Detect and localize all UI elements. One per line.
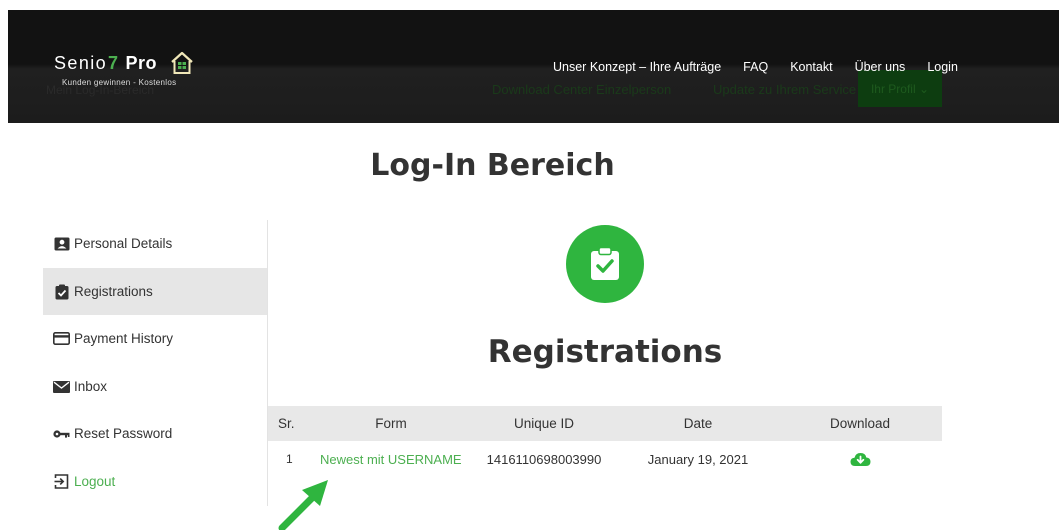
sidebar-item-label: Logout	[74, 474, 116, 489]
row-unique-id: 1416110698003990	[486, 451, 602, 467]
page-title: Log-In Bereich	[370, 148, 615, 183]
nav-faq[interactable]: FAQ	[743, 60, 768, 74]
credit-card-icon	[53, 331, 70, 346]
brand-logo[interactable]: Senio 7 Pro Kunden gewinnen - Kostenlos	[54, 50, 195, 87]
row-download	[788, 441, 932, 477]
sidebar-item-reset-password[interactable]: Reset Password	[43, 410, 267, 457]
nav-login[interactable]: Login	[927, 60, 958, 74]
column-header-date: Date	[683, 416, 713, 431]
key-icon	[53, 426, 70, 441]
envelope-icon	[53, 379, 70, 394]
clipboard-check-icon	[53, 284, 70, 299]
sidebar-item-label: Payment History	[74, 331, 174, 346]
top-navigation: Unser Konzept – Ihre Aufträge FAQ Kontak…	[553, 60, 958, 74]
sign-out-icon	[53, 474, 70, 489]
clipboard-check-icon	[591, 247, 619, 280]
registrations-title: Registrations	[487, 334, 723, 370]
column-header-download: Download	[829, 416, 891, 431]
ghost-download-center: Download Center Einzelperson	[492, 82, 672, 97]
registrations-table: Sr. Form Unique ID Date Download 1 Newes…	[268, 406, 942, 477]
ghost-service-update: Update zu Ihrem Service	[713, 82, 857, 97]
column-header-sr: Sr.	[278, 416, 295, 431]
site-header: Mein Log-In-Bereich Download Center Einz…	[8, 10, 1059, 123]
account-sidebar: Personal Details Registrations Payment H…	[43, 220, 268, 506]
row-sr: 1	[286, 452, 293, 466]
ghost-profile-button: Ihr Profil ⌄	[858, 70, 942, 107]
brand-name-seven: 7	[108, 52, 120, 73]
sidebar-item-label: Inbox	[74, 379, 108, 394]
annotation-arrow-icon	[278, 480, 328, 530]
nav-about[interactable]: Über uns	[855, 60, 906, 74]
brand-name-prefix: Senio	[54, 52, 108, 73]
nav-contact[interactable]: Kontakt	[790, 60, 832, 74]
house-logo-icon	[171, 51, 193, 74]
column-header-form: Form	[375, 416, 407, 431]
sidebar-item-label: Registrations	[74, 284, 153, 299]
sidebar-item-inbox[interactable]: Inbox	[43, 363, 267, 410]
sidebar-item-payment-history[interactable]: Payment History	[43, 315, 267, 362]
row-form-link[interactable]: Newest mit USERNAME	[320, 441, 462, 477]
brand-tagline: Kunden gewinnen - Kostenlos	[62, 78, 177, 87]
sidebar-item-personal-details[interactable]: Personal Details	[43, 220, 267, 267]
registrations-badge	[566, 225, 644, 303]
table-header: Sr. Form Unique ID Date Download	[268, 406, 942, 441]
column-header-unique-id: Unique ID	[513, 416, 575, 431]
brand-name-pro: Pro	[125, 52, 157, 73]
cloud-download-icon[interactable]	[850, 452, 871, 467]
sidebar-item-logout[interactable]: Logout	[43, 458, 267, 505]
sidebar-item-label: Personal Details	[74, 236, 173, 251]
sidebar-item-registrations[interactable]: Registrations	[43, 268, 267, 315]
row-date: January 19, 2021	[647, 451, 749, 467]
contact-card-icon	[53, 236, 70, 251]
sidebar-item-label: Reset Password	[74, 426, 173, 441]
nav-concept[interactable]: Unser Konzept – Ihre Aufträge	[553, 60, 721, 74]
table-row: 1 Newest mit USERNAME 1416110698003990 J…	[268, 441, 942, 477]
